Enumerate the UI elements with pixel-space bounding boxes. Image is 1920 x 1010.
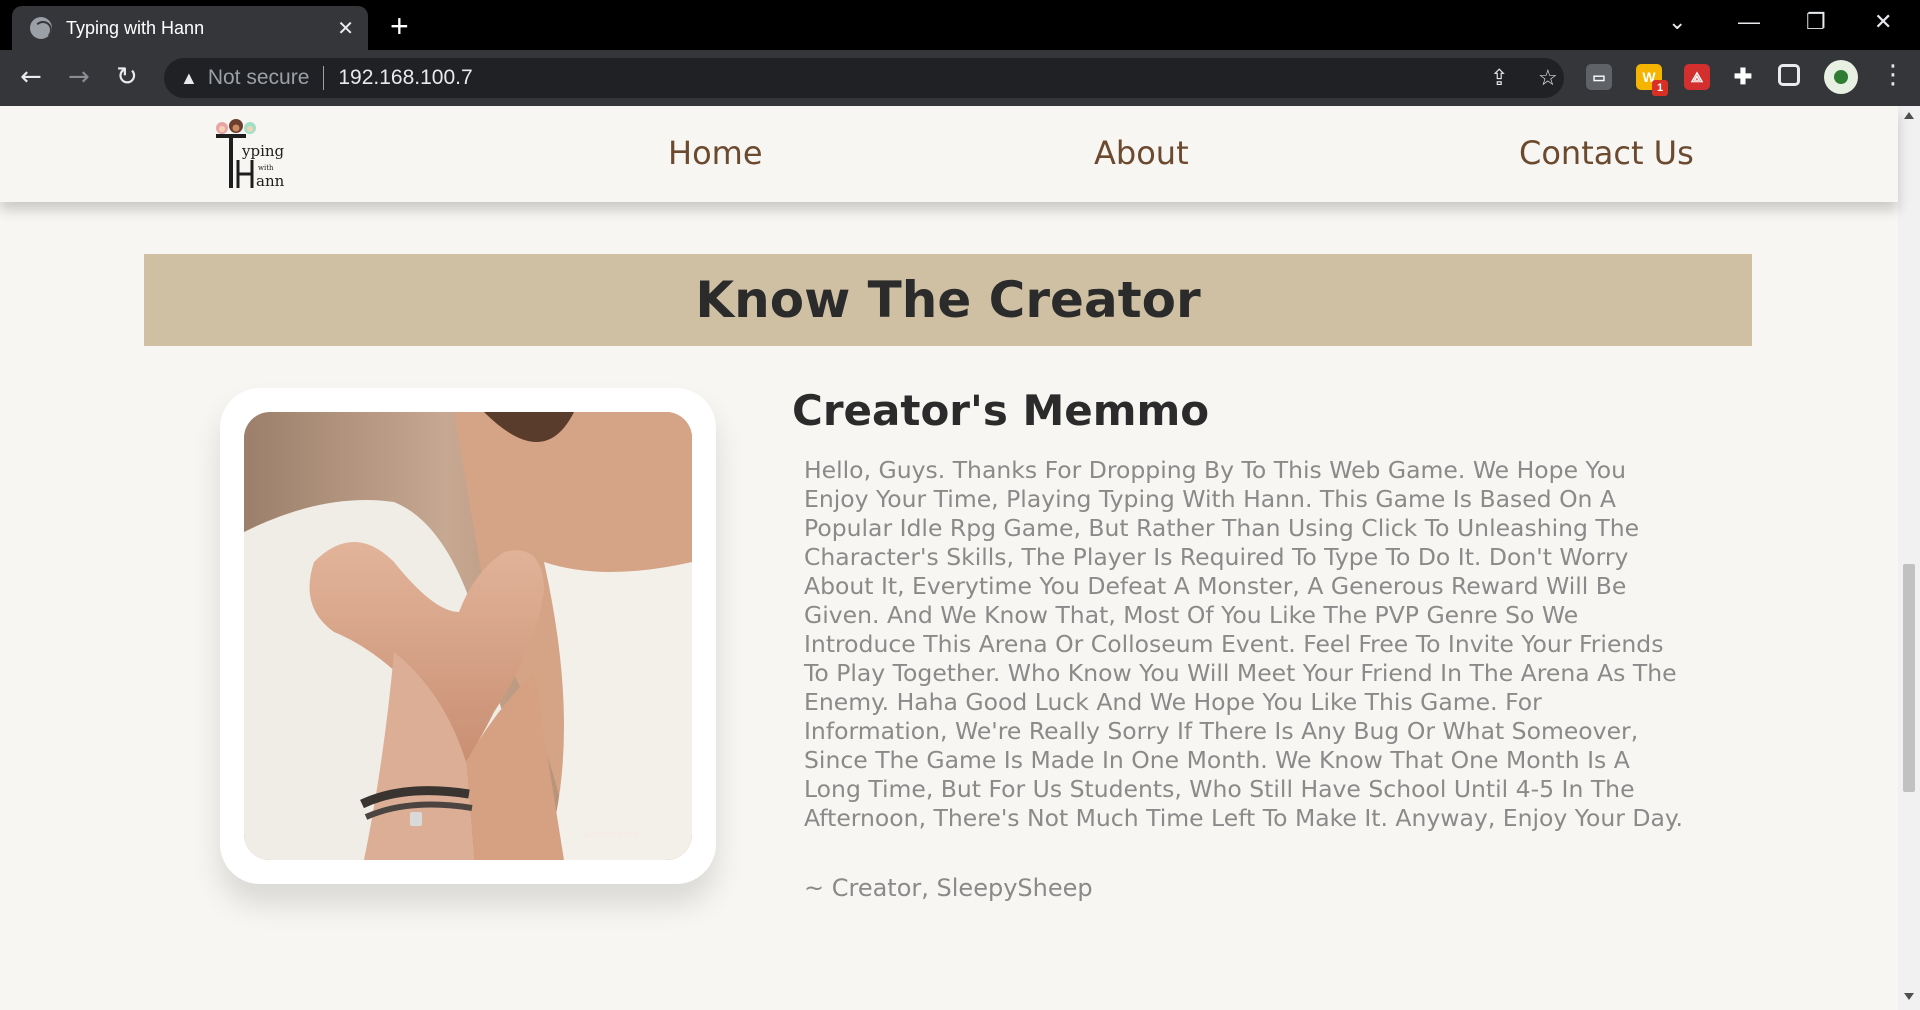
- svg-text:yping: yping: [241, 142, 285, 160]
- creator-photo-card: laeviongzeu: [220, 388, 716, 884]
- scrollbar-thumb[interactable]: [1903, 564, 1915, 792]
- memo-title: Creator's Memmo: [792, 386, 1210, 435]
- reload-button[interactable]: ↻: [116, 62, 138, 92]
- minimize-button[interactable]: —: [1738, 8, 1760, 36]
- profile-avatar[interactable]: [1824, 60, 1858, 94]
- creator-photo: laeviongzeu: [244, 412, 692, 860]
- extension-badge: 1: [1652, 80, 1668, 96]
- tab-search-chevron-icon[interactable]: ⌄: [1668, 8, 1686, 36]
- nav-home-link[interactable]: Home: [668, 134, 763, 172]
- share-icon[interactable]: ⇪: [1490, 64, 1508, 92]
- banner-title: Know The Creator: [695, 271, 1201, 329]
- site-logo[interactable]: yping with ann: [212, 118, 292, 192]
- address-bar[interactable]: ▲ Not secure 192.168.100.7 ⇪ ☆: [164, 58, 1564, 98]
- close-tab-icon[interactable]: ✕: [337, 16, 354, 41]
- scroll-down-arrow-icon[interactable]: [1904, 993, 1914, 1000]
- nav-contact-link[interactable]: Contact Us: [1519, 134, 1694, 172]
- globe-icon: [30, 17, 52, 39]
- security-label[interactable]: Not secure: [208, 66, 310, 90]
- browser-tab-strip: Typing with Hann ✕ + ⌄ — ❐ ✕: [0, 0, 1920, 50]
- extension-chat-icon[interactable]: ▭: [1586, 64, 1612, 90]
- url-text[interactable]: 192.168.100.7: [338, 66, 472, 90]
- side-panel-icon[interactable]: [1778, 64, 1800, 86]
- section-banner: Know The Creator: [144, 254, 1752, 346]
- restore-button[interactable]: ❐: [1806, 8, 1826, 36]
- new-tab-button[interactable]: +: [390, 8, 409, 44]
- warning-icon[interactable]: ▲: [180, 68, 198, 89]
- tab-title: Typing with Hann: [66, 17, 205, 38]
- page-viewport: yping with ann Home About Contact Us Kno…: [0, 106, 1920, 1010]
- creator-photo-illustration: laeviongzeu: [244, 412, 692, 860]
- extension-w-icon[interactable]: W 1: [1636, 64, 1668, 96]
- browser-tab[interactable]: Typing with Hann ✕: [12, 6, 368, 50]
- close-window-button[interactable]: ✕: [1874, 8, 1892, 36]
- svg-text:with: with: [258, 164, 274, 172]
- browser-toolbar: ← → ↻ ▲ Not secure 192.168.100.7 ⇪ ☆ ▭ W…: [0, 50, 1920, 106]
- nav-about-link[interactable]: About: [1094, 134, 1189, 172]
- pdf-extension-icon[interactable]: ⟁: [1684, 64, 1710, 90]
- memo-body: Hello, Guys. Thanks For Dropping By To T…: [804, 456, 1683, 832]
- page-scrollbar[interactable]: [1898, 106, 1920, 1010]
- memo-signature: ~ Creator, SleepySheep: [804, 874, 1093, 902]
- forward-button[interactable]: →: [68, 62, 90, 92]
- scroll-up-arrow-icon[interactable]: [1904, 112, 1914, 119]
- extensions-puzzle-icon[interactable]: ✚: [1730, 64, 1756, 90]
- divider: [323, 66, 325, 90]
- svg-text:laeviongzeu: laeviongzeu: [584, 830, 638, 840]
- svg-text:ann: ann: [256, 172, 285, 190]
- logo-image: yping with ann: [216, 119, 285, 190]
- site-header: yping with ann Home About Contact Us: [0, 106, 1898, 202]
- bookmark-star-icon[interactable]: ☆: [1538, 64, 1558, 92]
- back-button[interactable]: ←: [20, 62, 42, 92]
- browser-menu-icon[interactable]: ⋮: [1880, 60, 1906, 90]
- avatar-icon: [1834, 70, 1848, 84]
